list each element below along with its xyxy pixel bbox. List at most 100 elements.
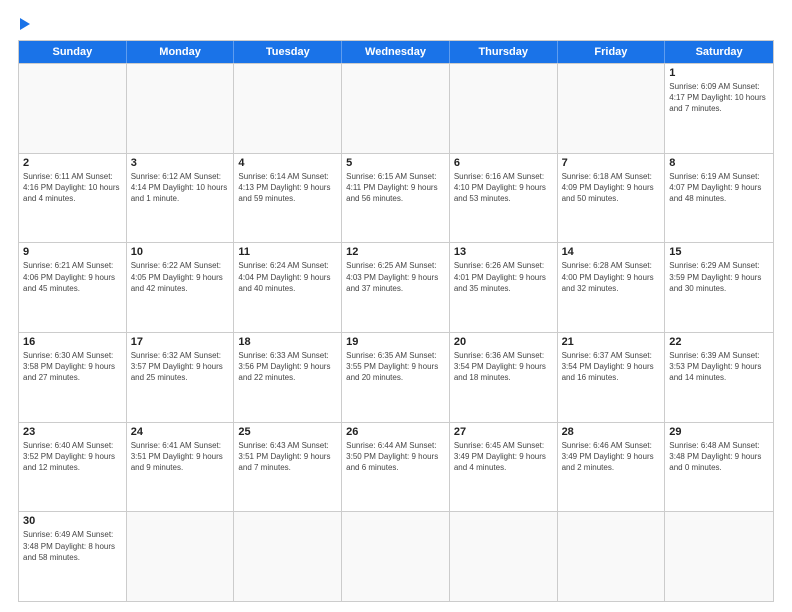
logo bbox=[18, 18, 30, 30]
day-number: 26 bbox=[346, 426, 445, 438]
day-number: 22 bbox=[669, 336, 769, 348]
day-info: Sunrise: 6:36 AM Sunset: 3:54 PM Dayligh… bbox=[454, 350, 553, 384]
day-number: 5 bbox=[346, 157, 445, 169]
calendar-cell: 12 Sunrise: 6:25 AM Sunset: 4:03 PM Dayli… bbox=[342, 243, 450, 332]
calendar-cell: 26 Sunrise: 6:44 AM Sunset: 3:50 PM Dayli… bbox=[342, 423, 450, 512]
calendar-cell bbox=[342, 512, 450, 601]
day-number: 11 bbox=[238, 246, 337, 258]
calendar-cell: 16 Sunrise: 6:30 AM Sunset: 3:58 PM Dayli… bbox=[19, 333, 127, 422]
calendar-cell: 15Sunrise: 6:29 AM Sunset: 3:59 PM Dayli… bbox=[665, 243, 773, 332]
day-number: 21 bbox=[562, 336, 661, 348]
calendar-row-3: 16 Sunrise: 6:30 AM Sunset: 3:58 PM Dayli… bbox=[19, 332, 773, 422]
logo-triangle-icon bbox=[20, 18, 30, 30]
day-number: 1 bbox=[669, 67, 769, 79]
day-number: 20 bbox=[454, 336, 553, 348]
day-info: Sunrise: 6:43 AM Sunset: 3:51 PM Dayligh… bbox=[238, 440, 337, 474]
calendar-cell bbox=[342, 64, 450, 153]
calendar-cell: 10Sunrise: 6:22 AM Sunset: 4:05 PM Dayli… bbox=[127, 243, 235, 332]
calendar-cell: 23Sunrise: 6:40 AM Sunset: 3:52 PM Dayli… bbox=[19, 423, 127, 512]
calendar-cell bbox=[234, 512, 342, 601]
calendar-cell: 22 Sunrise: 6:39 AM Sunset: 3:53 PM Dayli… bbox=[665, 333, 773, 422]
day-number: 7 bbox=[562, 157, 661, 169]
calendar-cell bbox=[127, 64, 235, 153]
day-number: 15 bbox=[669, 246, 769, 258]
day-info: Sunrise: 6:39 AM Sunset: 3:53 PM Dayligh… bbox=[669, 350, 769, 384]
calendar-cell bbox=[450, 512, 558, 601]
calendar-cell: 20 Sunrise: 6:36 AM Sunset: 3:54 PM Dayli… bbox=[450, 333, 558, 422]
calendar-cell: 28 Sunrise: 6:46 AM Sunset: 3:49 PM Dayli… bbox=[558, 423, 666, 512]
day-info: Sunrise: 6:30 AM Sunset: 3:58 PM Dayligh… bbox=[23, 350, 122, 384]
day-info: Sunrise: 6:14 AM Sunset: 4:13 PM Dayligh… bbox=[238, 171, 337, 205]
day-number: 4 bbox=[238, 157, 337, 169]
day-number: 3 bbox=[131, 157, 230, 169]
calendar-body: 1 Sunrise: 6:09 AM Sunset: 4:17 PM Daylig… bbox=[19, 63, 773, 601]
day-number: 23 bbox=[23, 426, 122, 438]
day-info: Sunrise: 6:28 AM Sunset: 4:00 PM Dayligh… bbox=[562, 260, 661, 294]
day-info: Sunrise: 6:49 AM Sunset: 3:48 PM Dayligh… bbox=[23, 529, 122, 563]
day-info: Sunrise: 6:19 AM Sunset: 4:07 PM Dayligh… bbox=[669, 171, 769, 205]
calendar-cell: 6 Sunrise: 6:16 AM Sunset: 4:10 PM Daylig… bbox=[450, 154, 558, 243]
calendar-cell bbox=[234, 64, 342, 153]
header-day-friday: Friday bbox=[558, 41, 666, 63]
day-info: Sunrise: 6:21 AM Sunset: 4:06 PM Dayligh… bbox=[23, 260, 122, 294]
header-day-wednesday: Wednesday bbox=[342, 41, 450, 63]
day-info: Sunrise: 6:26 AM Sunset: 4:01 PM Dayligh… bbox=[454, 260, 553, 294]
calendar-row-4: 23Sunrise: 6:40 AM Sunset: 3:52 PM Dayli… bbox=[19, 422, 773, 512]
header-day-thursday: Thursday bbox=[450, 41, 558, 63]
day-info: Sunrise: 6:16 AM Sunset: 4:10 PM Dayligh… bbox=[454, 171, 553, 205]
calendar-cell: 21Sunrise: 6:37 AM Sunset: 3:54 PM Dayli… bbox=[558, 333, 666, 422]
calendar-cell: 24 Sunrise: 6:41 AM Sunset: 3:51 PM Dayli… bbox=[127, 423, 235, 512]
calendar-cell: 3 Sunrise: 6:12 AM Sunset: 4:14 PM Daylig… bbox=[127, 154, 235, 243]
calendar-cell: 17 Sunrise: 6:32 AM Sunset: 3:57 PM Dayli… bbox=[127, 333, 235, 422]
day-info: Sunrise: 6:41 AM Sunset: 3:51 PM Dayligh… bbox=[131, 440, 230, 474]
calendar-row-0: 1 Sunrise: 6:09 AM Sunset: 4:17 PM Daylig… bbox=[19, 63, 773, 153]
calendar-cell: 11 Sunrise: 6:24 AM Sunset: 4:04 PM Dayli… bbox=[234, 243, 342, 332]
day-number: 14 bbox=[562, 246, 661, 258]
calendar-cell: 9Sunrise: 6:21 AM Sunset: 4:06 PM Daylig… bbox=[19, 243, 127, 332]
day-number: 27 bbox=[454, 426, 553, 438]
day-info: Sunrise: 6:33 AM Sunset: 3:56 PM Dayligh… bbox=[238, 350, 337, 384]
day-number: 12 bbox=[346, 246, 445, 258]
day-info: Sunrise: 6:35 AM Sunset: 3:55 PM Dayligh… bbox=[346, 350, 445, 384]
calendar-cell: 2Sunrise: 6:11 AM Sunset: 4:16 PM Daylig… bbox=[19, 154, 127, 243]
calendar-cell: 27 Sunrise: 6:45 AM Sunset: 3:49 PM Dayli… bbox=[450, 423, 558, 512]
header-day-monday: Monday bbox=[127, 41, 235, 63]
calendar-cell bbox=[558, 512, 666, 601]
calendar-cell: 4 Sunrise: 6:14 AM Sunset: 4:13 PM Daylig… bbox=[234, 154, 342, 243]
day-info: Sunrise: 6:44 AM Sunset: 3:50 PM Dayligh… bbox=[346, 440, 445, 474]
day-number: 29 bbox=[669, 426, 769, 438]
day-info: Sunrise: 6:24 AM Sunset: 4:04 PM Dayligh… bbox=[238, 260, 337, 294]
calendar-cell bbox=[450, 64, 558, 153]
calendar-cell: 13Sunrise: 6:26 AM Sunset: 4:01 PM Dayli… bbox=[450, 243, 558, 332]
day-number: 16 bbox=[23, 336, 122, 348]
day-number: 28 bbox=[562, 426, 661, 438]
day-info: Sunrise: 6:12 AM Sunset: 4:14 PM Dayligh… bbox=[131, 171, 230, 205]
day-number: 10 bbox=[131, 246, 230, 258]
calendar-row-1: 2Sunrise: 6:11 AM Sunset: 4:16 PM Daylig… bbox=[19, 153, 773, 243]
calendar-header: SundayMondayTuesdayWednesdayThursdayFrid… bbox=[19, 41, 773, 63]
header-day-tuesday: Tuesday bbox=[234, 41, 342, 63]
day-number: 30 bbox=[23, 515, 122, 527]
header-day-saturday: Saturday bbox=[665, 41, 773, 63]
day-number: 19 bbox=[346, 336, 445, 348]
day-number: 17 bbox=[131, 336, 230, 348]
day-number: 25 bbox=[238, 426, 337, 438]
day-info: Sunrise: 6:09 AM Sunset: 4:17 PM Dayligh… bbox=[669, 81, 769, 115]
calendar-cell: 5Sunrise: 6:15 AM Sunset: 4:11 PM Daylig… bbox=[342, 154, 450, 243]
day-info: Sunrise: 6:32 AM Sunset: 3:57 PM Dayligh… bbox=[131, 350, 230, 384]
day-number: 24 bbox=[131, 426, 230, 438]
calendar: SundayMondayTuesdayWednesdayThursdayFrid… bbox=[18, 40, 774, 602]
day-info: Sunrise: 6:45 AM Sunset: 3:49 PM Dayligh… bbox=[454, 440, 553, 474]
day-info: Sunrise: 6:11 AM Sunset: 4:16 PM Dayligh… bbox=[23, 171, 122, 205]
calendar-cell bbox=[127, 512, 235, 601]
calendar-cell: 8Sunrise: 6:19 AM Sunset: 4:07 PM Daylig… bbox=[665, 154, 773, 243]
calendar-cell bbox=[665, 512, 773, 601]
calendar-cell: 18 Sunrise: 6:33 AM Sunset: 3:56 PM Dayli… bbox=[234, 333, 342, 422]
day-info: Sunrise: 6:46 AM Sunset: 3:49 PM Dayligh… bbox=[562, 440, 661, 474]
day-number: 18 bbox=[238, 336, 337, 348]
calendar-row-5: 30 Sunrise: 6:49 AM Sunset: 3:48 PM Dayli… bbox=[19, 511, 773, 601]
calendar-cell bbox=[558, 64, 666, 153]
day-number: 6 bbox=[454, 157, 553, 169]
day-info: Sunrise: 6:25 AM Sunset: 4:03 PM Dayligh… bbox=[346, 260, 445, 294]
calendar-cell: 1 Sunrise: 6:09 AM Sunset: 4:17 PM Daylig… bbox=[665, 64, 773, 153]
